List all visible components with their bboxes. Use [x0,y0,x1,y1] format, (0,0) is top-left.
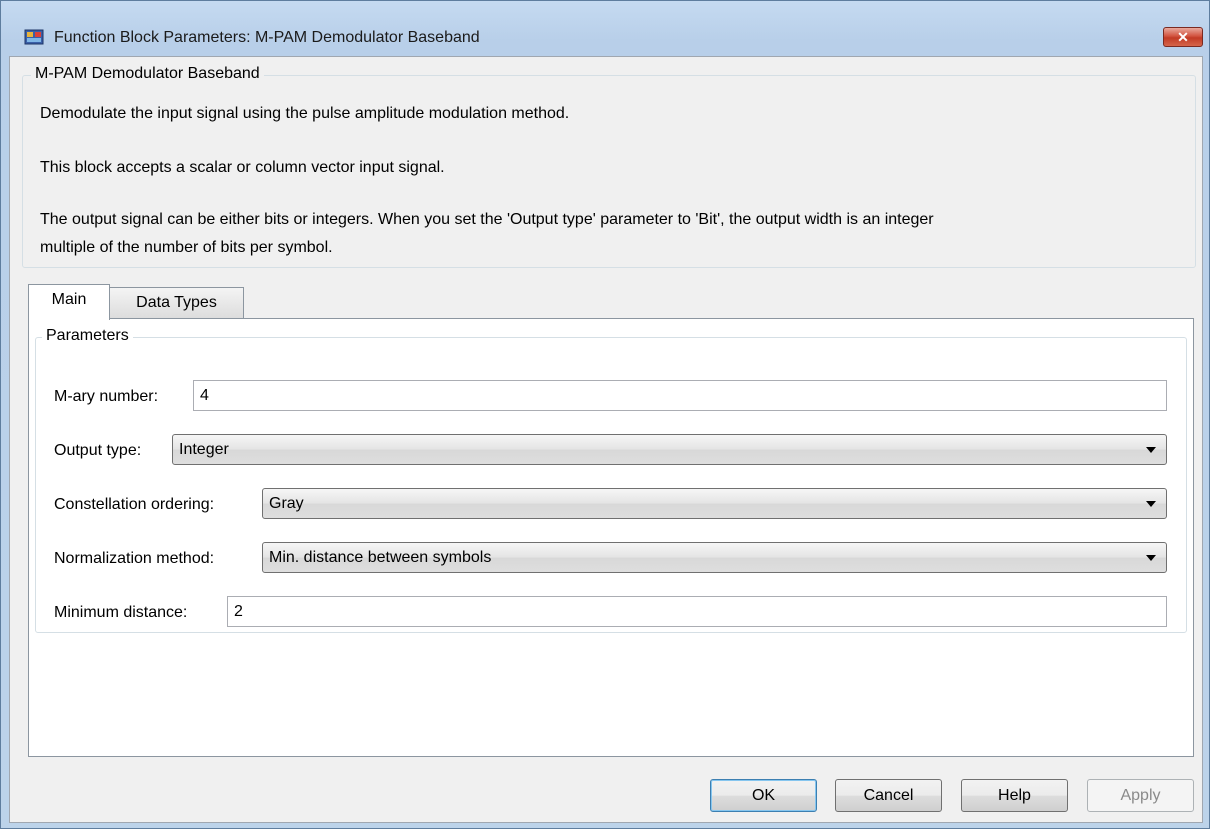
tab-label: Data Types [136,294,217,311]
chevron-down-icon [1146,447,1156,453]
tab-main[interactable]: Main [28,284,110,320]
ok-button-label: OK [751,787,776,804]
tab-data-types[interactable]: Data Types [109,287,244,320]
chevron-down-icon [1146,555,1156,561]
parameters-group-title: Parameters [42,327,133,345]
constellation-ordering-dropdown[interactable]: Gray [262,488,1167,519]
description-line: The output signal can be either bits or … [40,211,934,228]
output-type-label: Output type: [54,442,142,459]
mary-number-field[interactable]: 4 [193,380,1167,411]
description-line: This block accepts a scalar or column ve… [40,159,445,176]
description-line: Demodulate the input signal using the pu… [40,105,570,122]
mary-number-label: M-ary number: [54,388,159,405]
output-type-value: Integer [179,441,229,458]
help-button[interactable]: Help [961,779,1068,812]
ok-button[interactable]: OK [710,779,817,812]
simulink-icon [24,29,44,45]
dialog-client-area: M-PAM Demodulator Baseband Demodulate th… [9,56,1203,823]
output-type-dropdown[interactable]: Integer [172,434,1167,465]
cancel-button[interactable]: Cancel [835,779,942,812]
constellation-ordering-value: Gray [269,495,304,512]
mary-number-value: 4 [200,387,209,404]
minimum-distance-value: 2 [234,603,243,620]
help-button-label: Help [998,787,1031,804]
normalization-method-label: Normalization method: [54,550,215,567]
chevron-down-icon [1146,501,1156,507]
minimum-distance-label: Minimum distance: [54,604,188,621]
close-icon: ✕ [1177,29,1189,45]
window-title: Function Block Parameters: M-PAM Demodul… [54,29,480,46]
minimum-distance-field[interactable]: 2 [227,596,1167,627]
constellation-ordering-label: Constellation ordering: [54,496,215,513]
main-tab-panel: Parameters M-ary number: 4 Output type: … [28,318,1194,757]
tab-label: Main [51,291,87,308]
apply-button[interactable]: Apply [1087,779,1194,812]
parameters-group: Parameters M-ary number: 4 Output type: … [35,327,1187,633]
description-line: multiple of the number of bits per symbo… [40,239,333,256]
apply-button-label: Apply [1120,787,1161,804]
description-group-title: M-PAM Demodulator Baseband [31,65,264,83]
title-bar: Function Block Parameters: M-PAM Demodul… [1,1,1209,47]
dialog-window: Function Block Parameters: M-PAM Demodul… [0,0,1210,829]
normalization-method-value: Min. distance between symbols [269,549,492,566]
cancel-button-label: Cancel [863,787,914,804]
close-button[interactable]: ✕ [1163,27,1203,47]
normalization-method-dropdown[interactable]: Min. distance between symbols [262,542,1167,573]
